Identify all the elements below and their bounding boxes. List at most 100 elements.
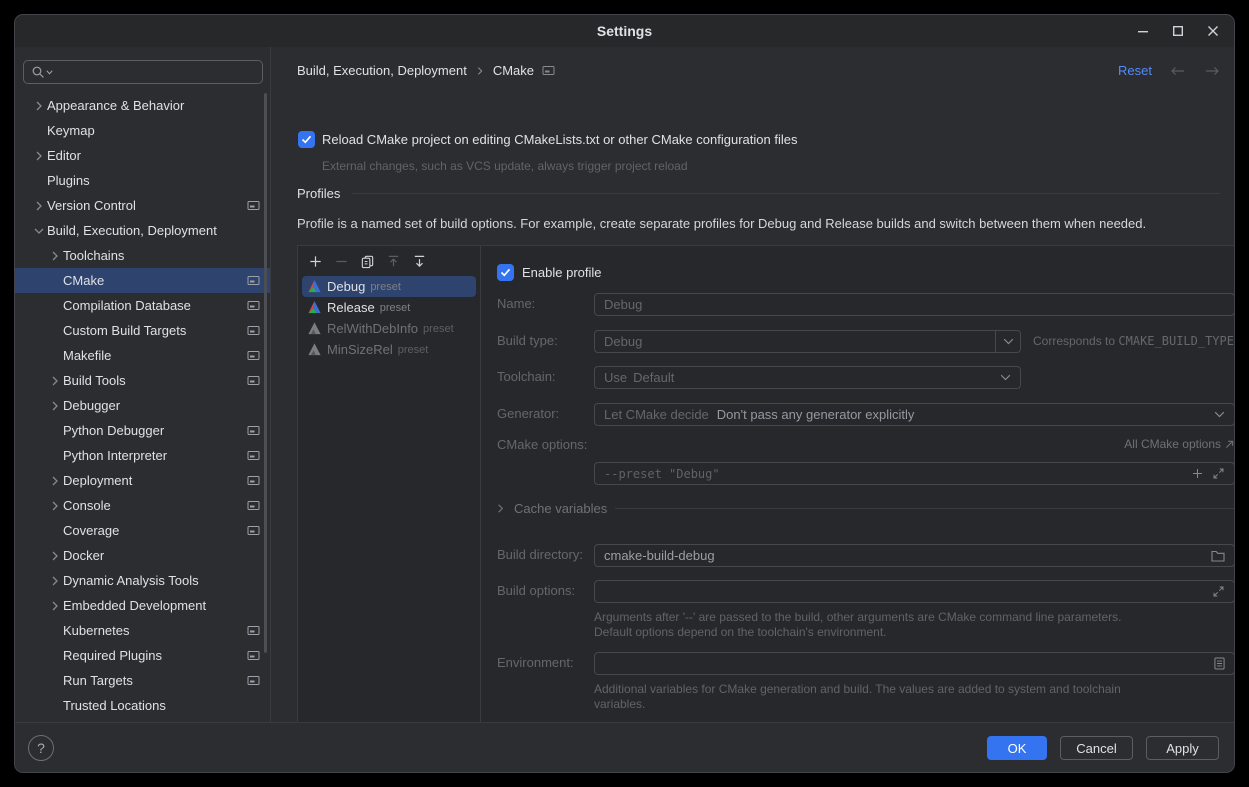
all-cmake-options-link[interactable]: All CMake options bbox=[1124, 437, 1234, 451]
sidebar-item-label: Coverage bbox=[63, 523, 119, 538]
expand-field-icon bbox=[1212, 467, 1225, 480]
sidebar-item-console[interactable]: Console bbox=[15, 493, 270, 518]
sidebar-item-python-interpreter[interactable]: Python Interpreter bbox=[15, 443, 270, 468]
breadcrumb-root[interactable]: Build, Execution, Deployment bbox=[297, 63, 467, 78]
chevron-right-icon bbox=[495, 503, 506, 514]
sidebar-item-build-execution-deployment[interactable]: Build, Execution, Deployment bbox=[15, 218, 270, 243]
checkbox-checked-icon bbox=[497, 264, 514, 281]
profile-item-release[interactable]: Release preset bbox=[302, 297, 476, 318]
in-editor-settings-icon bbox=[247, 674, 260, 687]
chevron-right-icon bbox=[46, 398, 63, 414]
reload-cmake-label: Reload CMake project on editing CMakeLis… bbox=[322, 132, 797, 147]
settings-content: Build, Execution, Deployment CMake Reset… bbox=[272, 47, 1234, 722]
sidebar-item-appearance-behavior[interactable]: Appearance & Behavior bbox=[15, 93, 270, 118]
settings-window: Settings Appearance & Behavior Keymap Ed… bbox=[14, 14, 1235, 773]
sidebar-item-label: Build, Execution, Deployment bbox=[47, 223, 217, 238]
in-editor-settings-icon bbox=[247, 499, 260, 512]
build-options-help-2: Default options depend on the toolchain'… bbox=[594, 625, 887, 639]
sidebar-item-label: Required Plugins bbox=[63, 648, 162, 663]
sidebar-item-label: Run Targets bbox=[63, 673, 133, 688]
profiles-description: Profile is a named set of build options.… bbox=[297, 216, 1146, 231]
environment-help-2: variables. bbox=[594, 697, 645, 711]
sidebar-item-kubernetes[interactable]: Kubernetes bbox=[15, 618, 270, 643]
move-down-button[interactable] bbox=[411, 253, 427, 269]
environment-field bbox=[594, 652, 1235, 675]
ok-button[interactable]: OK bbox=[987, 736, 1047, 760]
sidebar-item-required-plugins[interactable]: Required Plugins bbox=[15, 643, 270, 668]
profile-form: Enable profile Name: Debug Build type: D… bbox=[481, 246, 1235, 755]
chevron-right-icon bbox=[30, 148, 47, 164]
footer-buttons: OK Cancel Apply bbox=[987, 736, 1219, 760]
sidebar-item-run-targets[interactable]: Run Targets bbox=[15, 668, 270, 693]
window-title: Settings bbox=[597, 23, 652, 39]
reset-button[interactable]: Reset bbox=[1118, 63, 1152, 78]
copy-profile-button[interactable] bbox=[359, 253, 375, 269]
enable-profile-checkbox[interactable]: Enable profile bbox=[497, 264, 602, 281]
profile-tag: preset bbox=[370, 281, 401, 293]
sidebar-item-deployment[interactable]: Deployment bbox=[15, 468, 270, 493]
sidebar-item-toolchains[interactable]: Toolchains bbox=[15, 243, 270, 268]
sidebar-item-trusted-locations[interactable]: Trusted Locations bbox=[15, 693, 270, 718]
apply-button[interactable]: Apply bbox=[1146, 736, 1219, 760]
cache-variables-toggle: Cache variables bbox=[495, 501, 1235, 516]
sidebar-item-keymap[interactable]: Keymap bbox=[15, 118, 270, 143]
in-editor-settings-icon bbox=[247, 474, 260, 487]
sidebar-item-makefile[interactable]: Makefile bbox=[15, 343, 270, 368]
sidebar-item-custom-build-targets[interactable]: Custom Build Targets bbox=[15, 318, 270, 343]
search-input[interactable] bbox=[23, 60, 263, 84]
toolchain-value: Default bbox=[633, 370, 674, 385]
in-editor-settings-icon bbox=[247, 374, 260, 387]
sidebar-item-embedded-development[interactable]: Embedded Development bbox=[15, 593, 270, 618]
toolchain-label: Toolchain: bbox=[497, 366, 556, 388]
sidebar-item-dynamic-analysis-tools[interactable]: Dynamic Analysis Tools bbox=[15, 568, 270, 593]
profile-item-minsizerel[interactable]: MinSizeRel preset bbox=[302, 339, 476, 360]
sidebar-scrollbar[interactable] bbox=[264, 93, 267, 653]
help-button[interactable]: ? bbox=[28, 735, 54, 761]
add-option-icon bbox=[1191, 467, 1204, 480]
cache-variables-label: Cache variables bbox=[514, 501, 607, 516]
profile-name: MinSizeRel bbox=[327, 342, 393, 357]
sidebar-item-editor[interactable]: Editor bbox=[15, 143, 270, 168]
profile-item-debug[interactable]: Debug preset bbox=[302, 276, 476, 297]
all-cmake-options-text: All CMake options bbox=[1124, 437, 1221, 451]
sidebar-item-debugger[interactable]: Debugger bbox=[15, 393, 270, 418]
profiles-section-header: Profiles bbox=[297, 186, 1220, 201]
note-text: Corresponds to bbox=[1033, 334, 1115, 348]
in-editor-settings-icon bbox=[247, 324, 260, 337]
sidebar-item-label: Deployment bbox=[63, 473, 132, 488]
build-type-label: Build type: bbox=[497, 330, 558, 352]
close-icon[interactable] bbox=[1206, 24, 1220, 38]
expand-field-icon bbox=[1212, 585, 1225, 598]
settings-tree: Appearance & Behavior Keymap Editor Plug… bbox=[15, 93, 270, 718]
sidebar-item-build-tools[interactable]: Build Tools bbox=[15, 368, 270, 393]
reload-cmake-checkbox[interactable]: Reload CMake project on editing CMakeLis… bbox=[298, 131, 797, 148]
minimize-icon[interactable] bbox=[1136, 24, 1150, 38]
sidebar-item-cmake[interactable]: CMake bbox=[15, 268, 270, 293]
sidebar-item-label: Custom Build Targets bbox=[63, 323, 186, 338]
in-editor-settings-icon bbox=[247, 349, 260, 362]
generator-select: Let CMake decide Don't pass any generato… bbox=[594, 403, 1235, 426]
sidebar-item-python-debugger[interactable]: Python Debugger bbox=[15, 418, 270, 443]
cancel-button[interactable]: Cancel bbox=[1060, 736, 1133, 760]
build-directory-value: cmake-build-debug bbox=[604, 548, 715, 563]
toolchain-prefix: Use bbox=[604, 370, 627, 385]
maximize-icon[interactable] bbox=[1171, 24, 1185, 38]
profile-item-relwithdebinfo[interactable]: RelWithDebInfo preset bbox=[302, 318, 476, 339]
chevron-right-icon bbox=[30, 198, 47, 214]
sidebar-item-coverage[interactable]: Coverage bbox=[15, 518, 270, 543]
sidebar-item-plugins[interactable]: Plugins bbox=[15, 168, 270, 193]
sidebar-item-compilation-database[interactable]: Compilation Database bbox=[15, 293, 270, 318]
window-controls bbox=[1136, 15, 1220, 47]
chevron-down-icon bbox=[1000, 374, 1011, 381]
toolchain-select: Use Default bbox=[594, 366, 1021, 389]
sidebar-item-version-control[interactable]: Version Control bbox=[15, 193, 270, 218]
section-divider bbox=[615, 508, 1235, 509]
sidebar-item-docker[interactable]: Docker bbox=[15, 543, 270, 568]
settings-sidebar: Appearance & Behavior Keymap Editor Plug… bbox=[15, 47, 271, 722]
add-profile-button[interactable] bbox=[307, 253, 323, 269]
chevron-right-icon bbox=[46, 473, 63, 489]
profile-tag: preset bbox=[398, 344, 429, 356]
chevron-right-icon bbox=[46, 248, 63, 264]
sidebar-item-label: Debugger bbox=[63, 398, 120, 413]
profile-list: Debug preset Release preset RelWithDebIn… bbox=[298, 246, 481, 755]
